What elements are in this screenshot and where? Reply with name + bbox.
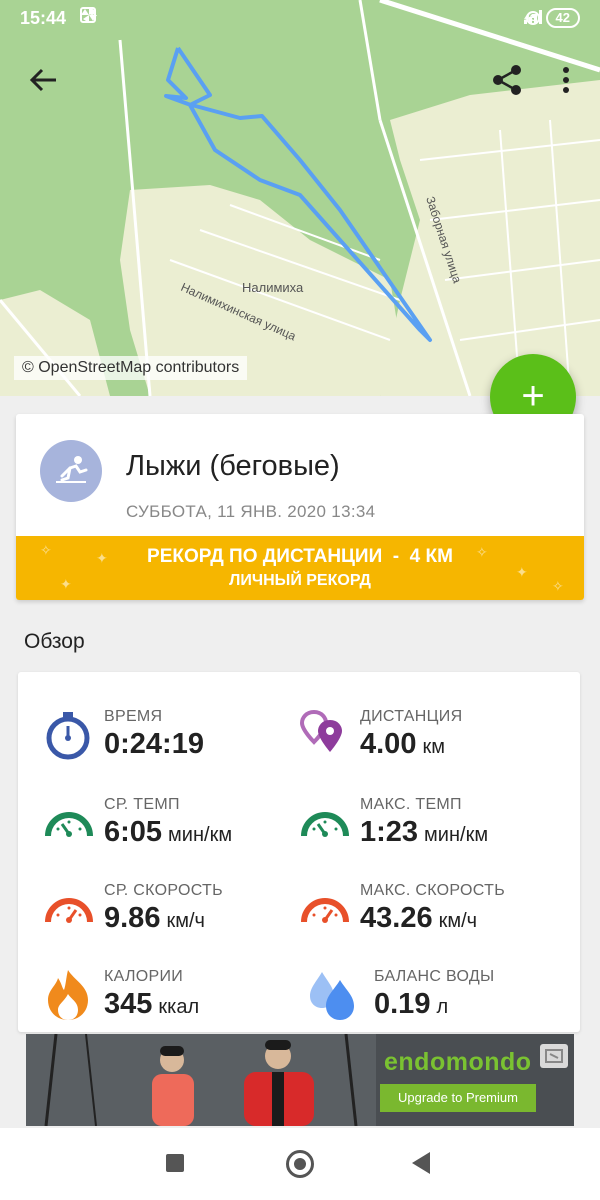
home-button[interactable] <box>286 1150 314 1178</box>
stat-value: 345 ккал <box>104 988 200 1020</box>
sport-avatar <box>40 440 102 502</box>
stat-distance: ДИСТАНЦИЯ 4.00 км <box>300 708 560 788</box>
stat-label: МАКС. ТЕМП <box>360 796 462 813</box>
activity-title: Лыжи (беговые) <box>126 450 340 482</box>
location-pins-icon <box>300 709 342 752</box>
status-time: 15:44 <box>20 8 67 28</box>
record-banner: ✧ ✦ ✦ ✧ ✦ ✧ РЕКОРД ПО ДИСТАНЦИИ - 4 КМ Л… <box>16 536 584 600</box>
map-attribution[interactable]: © OpenStreetMap contributors <box>14 356 248 380</box>
stat-value: 6:05 мин/км <box>104 816 233 848</box>
system-back-button[interactable] <box>412 1152 430 1174</box>
more-options-button[interactable] <box>552 62 580 98</box>
share-icon <box>493 65 521 95</box>
skiing-icon <box>56 456 88 483</box>
ad-banner[interactable]: endomondo Upgrade to Premium <box>26 1034 574 1126</box>
stat-label: БАЛАНС ВОДЫ <box>374 968 495 985</box>
ad-photo <box>26 1034 376 1126</box>
home-dot-icon <box>294 1158 306 1170</box>
overview-stats-card: ВРЕМЯ 0:24:19 ДИСТАНЦИЯ 4.00 км СР. ТЕМП … <box>18 672 580 1032</box>
back-button[interactable] <box>26 62 62 98</box>
signal-icon <box>524 10 543 24</box>
upgrade-premium-button[interactable]: Upgrade to Premium <box>380 1084 536 1112</box>
stopwatch-icon <box>46 712 90 760</box>
stat-label: СР. ТЕМП <box>104 796 180 813</box>
pace-gauge-icon <box>45 812 93 837</box>
stat-value: 0.19 л <box>374 988 449 1020</box>
record-subtitle: ЛИЧНЫЙ РЕКОРД <box>229 572 371 589</box>
share-button[interactable] <box>490 62 526 98</box>
stat-label: СР. СКОРОСТЬ <box>104 882 223 899</box>
stat-label: ДИСТАНЦИЯ <box>360 708 463 725</box>
map-canvas: Налимиха Налимихинская улица Заборная ул… <box>0 0 600 396</box>
map-label-village: Налимиха <box>242 280 304 295</box>
ad-close-icon[interactable] <box>540 1044 568 1068</box>
speed-gauge-icon <box>301 898 349 923</box>
system-nav-bar <box>0 1128 600 1200</box>
speed-gauge-icon <box>45 898 93 923</box>
stat-max-speed: МАКС. СКОРОСТЬ 43.26 км/ч <box>300 882 560 962</box>
activity-card: Лыжи (беговые) СУББОТА, 11 ЯНВ. 2020 13:… <box>16 414 584 600</box>
gallery-icon <box>80 7 96 23</box>
stat-value: 43.26 км/ч <box>360 902 478 934</box>
overview-title: Обзор <box>24 630 85 653</box>
status-right-icons: 4G 42 <box>524 8 580 28</box>
pace-gauge-icon <box>301 812 349 837</box>
endomondo-logo: endomondo <box>384 1048 532 1076</box>
stat-label: ВРЕМЯ <box>104 708 163 725</box>
stat-label: КАЛОРИИ <box>104 968 184 985</box>
stat-value: 0:24:19 <box>104 728 204 760</box>
stat-label: МАКС. СКОРОСТЬ <box>360 882 505 899</box>
more-vertical-icon <box>563 67 569 93</box>
stat-max-pace: МАКС. ТЕМП 1:23 мин/км <box>300 796 560 876</box>
stat-avg-speed: СР. СКОРОСТЬ 9.86 км/ч <box>44 882 304 962</box>
stat-duration: ВРЕМЯ 0:24:19 <box>44 708 304 788</box>
water-drops-icon <box>310 972 354 1020</box>
recents-button[interactable] <box>166 1154 184 1172</box>
stat-value: 9.86 км/ч <box>104 902 205 934</box>
activity-date: СУББОТА, 11 ЯНВ. 2020 13:34 <box>126 502 376 521</box>
record-title: РЕКОРД ПО ДИСТАНЦИИ - 4 КМ <box>147 546 453 567</box>
status-bar: 15:44 4G 42 <box>0 0 600 36</box>
stat-avg-pace: СР. ТЕМП 6:05 мин/км <box>44 796 304 876</box>
battery-indicator: 42 <box>545 8 580 28</box>
stat-value: 4.00 км <box>360 728 445 760</box>
stat-value: 1:23 мин/км <box>360 816 489 848</box>
arrow-left-icon <box>29 68 56 92</box>
flame-icon <box>48 970 88 1020</box>
route-map[interactable]: Налимиха Налимихинская улица Заборная ул… <box>0 0 600 396</box>
